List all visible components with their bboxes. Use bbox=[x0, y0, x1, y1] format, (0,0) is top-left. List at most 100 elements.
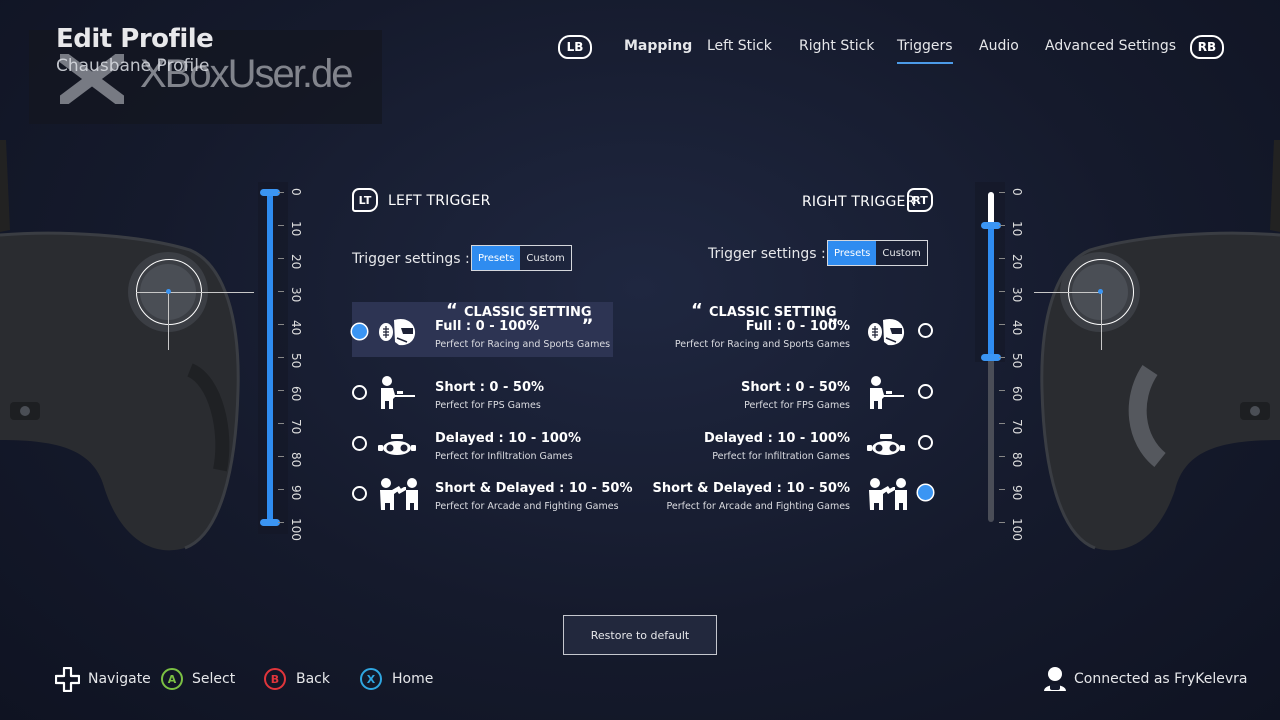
right-slider-tick bbox=[999, 225, 1005, 226]
right-slider-tick-label: 30 bbox=[1010, 287, 1024, 303]
left-option-radio[interactable] bbox=[352, 436, 367, 451]
left-slider-tick bbox=[278, 489, 284, 490]
hint-back: Back bbox=[296, 671, 330, 687]
helmet-football-icon bbox=[377, 314, 417, 350]
right-slider-tick bbox=[999, 291, 1005, 292]
rb-bumper-icon[interactable]: RB bbox=[1190, 35, 1224, 59]
hint-select: Select bbox=[192, 671, 236, 687]
left-option-desc: Perfect for Racing and Sports Games bbox=[435, 339, 611, 350]
left-slider-tick bbox=[278, 225, 284, 226]
left-slider-tick-label: 70 bbox=[289, 419, 303, 435]
left-option-title[interactable]: Full : 0 - 100% bbox=[435, 319, 539, 334]
right-option-desc: Perfect for Infiltration Games bbox=[712, 451, 850, 462]
left-slider-tick bbox=[278, 324, 284, 325]
left-slider-handle-end[interactable] bbox=[260, 519, 280, 526]
right-custom-button[interactable]: Custom bbox=[876, 241, 926, 265]
tab-left-stick[interactable]: Left Stick bbox=[707, 38, 772, 62]
tab-right-stick[interactable]: Right Stick bbox=[799, 38, 874, 62]
right-option-desc: Perfect for Arcade and Fighting Games bbox=[666, 501, 850, 512]
right-slider-tick bbox=[999, 192, 1005, 193]
left-presets-button[interactable]: Presets bbox=[472, 246, 521, 270]
left-slider-tick bbox=[278, 192, 284, 193]
left-stick-dot bbox=[166, 289, 171, 294]
right-trigger-heading: RIGHT TRIGGER bbox=[802, 194, 916, 210]
right-slider-tick bbox=[999, 324, 1005, 325]
left-option-title[interactable]: Short : 0 - 50% bbox=[435, 380, 544, 395]
right-slider-tick-label: 60 bbox=[1010, 386, 1024, 402]
right-option-title[interactable]: Delayed : 10 - 100% bbox=[704, 431, 850, 446]
right-slider-tick-label: 10 bbox=[1010, 221, 1024, 237]
right-option-title[interactable]: Short : 0 - 50% bbox=[741, 380, 850, 395]
left-slider-tick bbox=[278, 390, 284, 391]
right-slider-tick bbox=[999, 456, 1005, 457]
b-button-icon: B bbox=[264, 668, 286, 690]
left-quote-open-icon: “ bbox=[446, 300, 458, 321]
right-option-radio[interactable] bbox=[918, 435, 933, 450]
lb-bumper-icon[interactable]: LB bbox=[558, 35, 592, 59]
left-slider-tick-label: 40 bbox=[289, 320, 303, 336]
right-classic-setting-label: CLASSIC SETTING bbox=[709, 305, 837, 320]
right-option-radio[interactable] bbox=[918, 485, 933, 500]
left-option-desc: Perfect for Infiltration Games bbox=[435, 451, 573, 462]
fighters-icon bbox=[866, 476, 907, 512]
right-option-radio[interactable] bbox=[918, 323, 933, 338]
left-slider-tick-label: 60 bbox=[289, 386, 303, 402]
right-option-title[interactable]: Short & Delayed : 10 - 50% bbox=[652, 481, 850, 496]
left-option-radio[interactable] bbox=[352, 486, 367, 501]
right-slider-tick-label: 90 bbox=[1010, 485, 1024, 501]
left-option-radio[interactable] bbox=[352, 385, 367, 400]
right-presets-button[interactable]: Presets bbox=[828, 241, 877, 265]
tab-advanced-settings[interactable]: Advanced Settings bbox=[1045, 38, 1176, 62]
left-stick-crosshair bbox=[136, 292, 254, 293]
left-slider-handle-start[interactable] bbox=[260, 189, 280, 196]
rt-trigger-icon: RT bbox=[907, 188, 933, 212]
right-slider-tick-label: 0 bbox=[1010, 188, 1024, 196]
right-option-title[interactable]: Full : 0 - 100% bbox=[746, 319, 850, 334]
lt-trigger-icon: LT bbox=[352, 188, 378, 212]
left-slider-tick bbox=[278, 291, 284, 292]
left-custom-button[interactable]: Custom bbox=[520, 246, 570, 270]
right-stick-crosshair-v bbox=[1101, 292, 1102, 350]
user-avatar-icon bbox=[1044, 667, 1066, 691]
tab-triggers[interactable]: Triggers bbox=[897, 38, 953, 64]
right-slider-tick-label: 50 bbox=[1010, 353, 1024, 369]
a-button-icon: A bbox=[161, 668, 183, 690]
left-option-title[interactable]: Short & Delayed : 10 - 50% bbox=[435, 481, 633, 496]
tab-audio[interactable]: Audio bbox=[979, 38, 1019, 62]
left-classic-setting-label: CLASSIC SETTING bbox=[464, 305, 592, 320]
left-slider-tick-label: 30 bbox=[289, 287, 303, 303]
right-trigger-mode-toggle[interactable]: Presets Custom bbox=[827, 240, 928, 266]
dpad-icon bbox=[55, 667, 80, 692]
left-trigger-mode-toggle[interactable]: Presets Custom bbox=[471, 245, 572, 271]
left-slider-tick-label: 90 bbox=[289, 485, 303, 501]
left-quote-close-icon: „ bbox=[582, 306, 594, 327]
hint-home: Home bbox=[392, 671, 434, 687]
page-title: Edit Profile bbox=[56, 24, 214, 54]
right-slider-deadzone bbox=[988, 192, 994, 225]
right-slider-fill bbox=[988, 225, 994, 357]
soldier-rifle-icon bbox=[866, 375, 906, 411]
left-slider-tick-label: 0 bbox=[289, 188, 303, 196]
helmet-football-icon bbox=[866, 314, 906, 350]
restore-default-button[interactable]: Restore to default bbox=[563, 615, 717, 655]
right-slider-handle-end[interactable] bbox=[981, 354, 1001, 361]
right-stick-dot bbox=[1098, 289, 1103, 294]
watermark-text: XBoxUser.de bbox=[140, 52, 353, 96]
soldier-rifle-icon bbox=[377, 375, 417, 411]
left-option-desc: Perfect for FPS Games bbox=[435, 400, 541, 411]
connected-user-label: Connected as FryKelevra bbox=[1074, 671, 1248, 687]
left-slider-tick-label: 80 bbox=[289, 452, 303, 468]
fighters-icon bbox=[377, 476, 418, 512]
left-option-radio[interactable] bbox=[352, 324, 367, 339]
left-controller-image bbox=[0, 140, 240, 551]
right-slider-tick-label: 70 bbox=[1010, 419, 1024, 435]
left-option-title[interactable]: Delayed : 10 - 100% bbox=[435, 431, 581, 446]
left-slider-tick-label: 100 bbox=[289, 518, 303, 541]
left-trigger-heading: LEFT TRIGGER bbox=[388, 193, 491, 209]
tab-mapping[interactable]: Mapping bbox=[624, 38, 692, 62]
hint-navigate: Navigate bbox=[88, 671, 151, 687]
right-option-radio[interactable] bbox=[918, 384, 933, 399]
right-slider-handle-start[interactable] bbox=[981, 222, 1001, 229]
left-slider-tick-label: 20 bbox=[289, 254, 303, 270]
left-stick-crosshair-v bbox=[168, 292, 169, 350]
